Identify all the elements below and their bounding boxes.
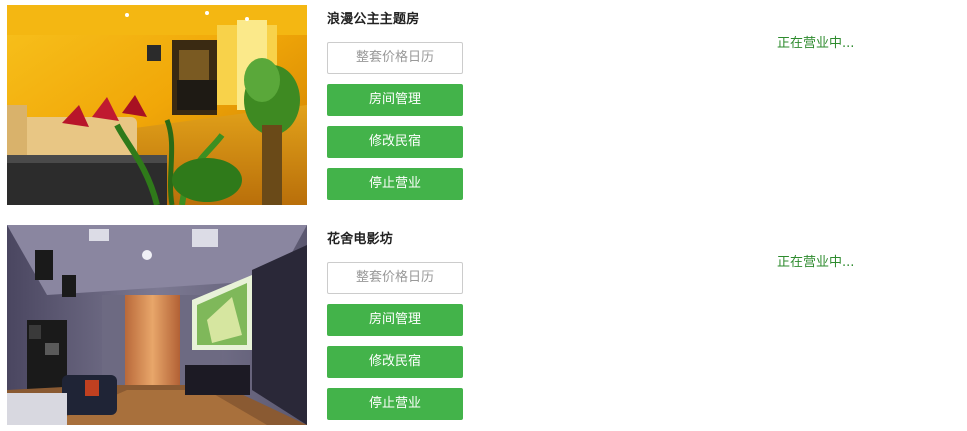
listing-card: 浪漫公主主题房 整套价格日历 房间管理 修改民宿 停止营业 正在营业中...	[0, 0, 967, 205]
price-calendar-button[interactable]: 整套价格日历	[327, 42, 463, 74]
status-text: 正在营业中...	[777, 36, 855, 51]
listing-photo[interactable]	[7, 225, 307, 425]
room-management-button[interactable]: 房间管理	[327, 84, 463, 116]
price-calendar-button[interactable]: 整套价格日历	[327, 262, 463, 294]
edit-homestay-button[interactable]: 修改民宿	[327, 346, 463, 378]
listing-title: 浪漫公主主题房	[327, 12, 420, 27]
stop-business-button[interactable]: 停止营业	[327, 168, 463, 200]
listing-title: 花舍电影坊	[327, 232, 394, 247]
listing-card: 花舍电影坊 整套价格日历 房间管理 修改民宿 停止营业 正在营业中...	[0, 221, 967, 426]
listing-photo[interactable]	[7, 5, 307, 205]
status-text: 正在营业中...	[777, 255, 855, 270]
room-management-button[interactable]: 房间管理	[327, 304, 463, 336]
stop-business-button[interactable]: 停止营业	[327, 388, 463, 420]
edit-homestay-button[interactable]: 修改民宿	[327, 126, 463, 158]
